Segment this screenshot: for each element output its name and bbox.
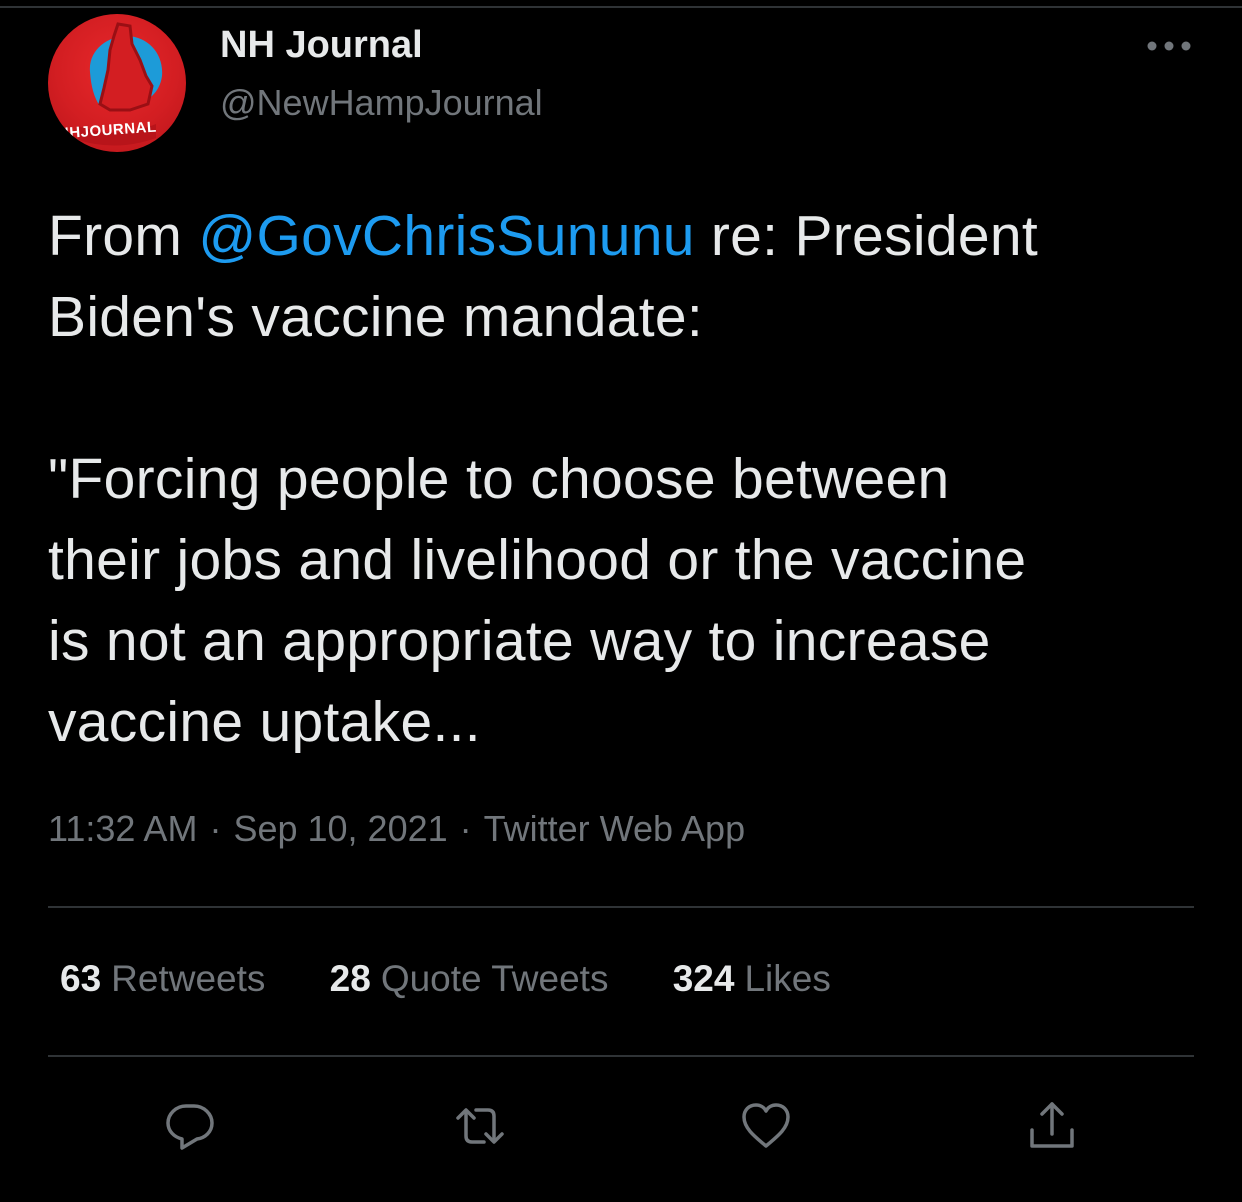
- retweets-stat[interactable]: 63 Retweets: [60, 958, 265, 1000]
- tweet-line-1: From @GovChrisSununu re: President: [48, 196, 1208, 277]
- divider: [48, 906, 1194, 908]
- author-name[interactable]: NH Journal: [220, 24, 423, 67]
- tweet-text-suffix: re: President: [694, 204, 1038, 268]
- retweets-label: Retweets: [111, 958, 266, 999]
- quote-tweets-label: Quote Tweets: [380, 958, 609, 999]
- quote-tweets-stat[interactable]: 28 Quote Tweets: [330, 958, 609, 1000]
- tweet-line-2: Biden's vaccine mandate:: [48, 285, 703, 349]
- retweet-icon: [456, 1108, 504, 1144]
- mention-link[interactable]: @GovChrisSununu: [198, 204, 694, 268]
- likes-label: Likes: [744, 958, 831, 999]
- meta-separator: ·: [209, 808, 222, 849]
- tweet-line-3: "Forcing people to choose between: [48, 447, 950, 511]
- tweet-source[interactable]: Twitter Web App: [484, 808, 745, 849]
- divider: [48, 1055, 1194, 1057]
- meta-separator: ·: [459, 808, 472, 849]
- tweet-stats: 63 Retweets 28 Quote Tweets 324 Likes: [60, 958, 885, 1000]
- retweet-button[interactable]: [452, 1098, 508, 1154]
- reply-icon: [166, 1104, 214, 1150]
- tweet-line-6: vaccine uptake...: [48, 690, 481, 754]
- heart-icon: [742, 1103, 790, 1148]
- author-handle[interactable]: @NewHampJournal: [220, 82, 543, 124]
- share-icon: [1030, 1102, 1074, 1148]
- like-button[interactable]: [738, 1098, 794, 1154]
- share-button[interactable]: [1024, 1098, 1080, 1154]
- reply-button[interactable]: [162, 1098, 218, 1154]
- avatar[interactable]: NHJOURNAL: [48, 14, 186, 152]
- tweet-time[interactable]: 11:32 AM: [48, 808, 197, 849]
- tweet-date[interactable]: Sep 10, 2021: [233, 808, 447, 849]
- quote-tweets-count: 28: [329, 958, 371, 999]
- likes-count: 324: [672, 958, 735, 999]
- more-options-icon[interactable]: [1146, 38, 1192, 54]
- tweet-text-prefix: From: [48, 204, 199, 268]
- tweet-detail: NHJOURNAL NH Journal @NewHampJournal Fro…: [0, 0, 1242, 1202]
- likes-stat[interactable]: 324 Likes: [673, 958, 831, 1000]
- retweets-count: 63: [60, 958, 102, 999]
- tweet-meta: 11:32 AM · Sep 10, 2021 · Twitter Web App: [48, 808, 745, 850]
- tweet-text: From @GovChrisSununu re: President Biden…: [48, 196, 1208, 763]
- tweet-line-5: is not an appropriate way to increase: [48, 609, 991, 673]
- tweet-line-4: their jobs and livelihood or the vaccine: [48, 528, 1027, 592]
